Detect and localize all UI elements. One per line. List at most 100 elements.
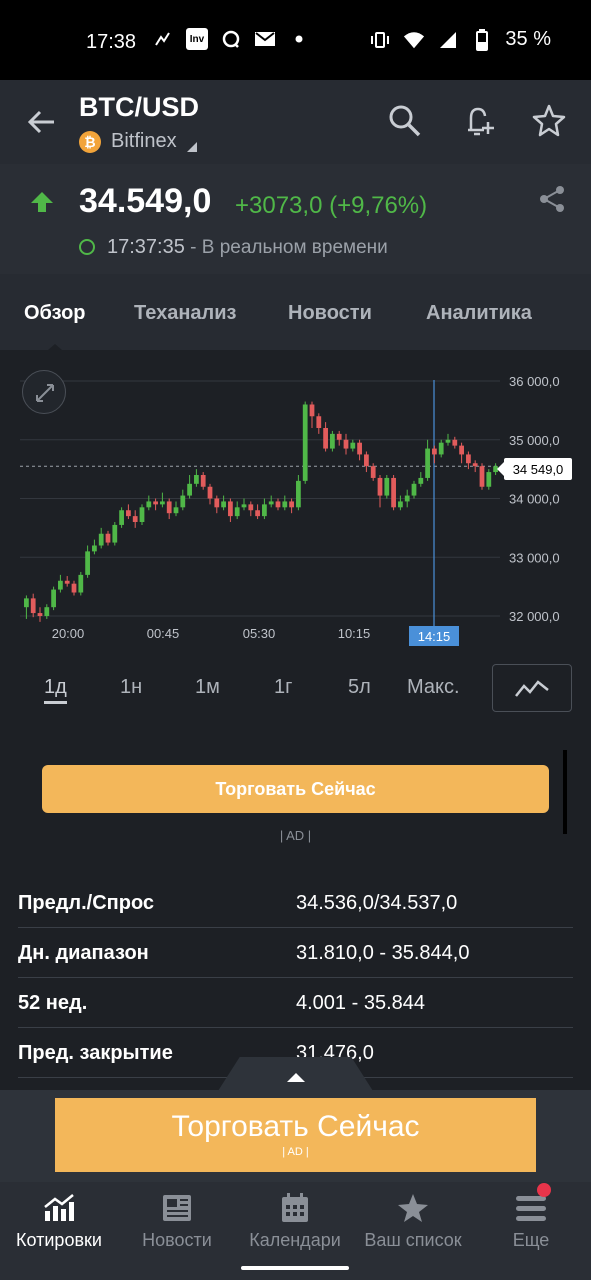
candle-body (445, 439, 451, 443)
investing-app-icon: Inv (186, 28, 208, 50)
stat-label: Дн. диапазон (18, 942, 149, 964)
fullscreen-button[interactable] (22, 370, 66, 414)
candle-body (275, 501, 281, 508)
candle-body (411, 483, 417, 496)
price-chart[interactable]: 36 000,0 35 000,0 34 000,0 33 000,0 32 000,0… (0, 350, 591, 650)
candle-body (432, 448, 437, 455)
candle-body (289, 501, 294, 508)
y-tick-label: 36 000,0 (509, 374, 560, 389)
candle-body (302, 404, 308, 481)
instrument-title: BTC/USD (79, 92, 199, 122)
nav-label: Еще (512, 1230, 550, 1250)
period-1w[interactable]: 1н (120, 676, 142, 699)
notification-app-icon (152, 28, 174, 50)
exchange-selector[interactable]: ₿ Bitfinex (79, 130, 197, 153)
ad-banner[interactable]: Торговать Сейчас | AD | (55, 1098, 536, 1172)
candle-body (132, 516, 138, 522)
nav-more[interactable]: Еще (472, 1190, 590, 1251)
investing-app-icon-label: Inv (189, 33, 205, 45)
signal-icon (437, 29, 459, 51)
stat-label: Предл./Спрос (18, 892, 155, 914)
chart-type-button[interactable] (492, 664, 572, 712)
period-1y[interactable]: 1г (274, 676, 292, 699)
candle-body (64, 580, 70, 584)
y-tick-label: 32 000,0 (509, 609, 560, 624)
candle-body (228, 501, 233, 517)
stat-value: 31.810,0 - 35.844,0 (296, 942, 470, 964)
candle-body (105, 533, 111, 543)
candle-body (221, 501, 226, 508)
candle-body (438, 442, 444, 455)
tab-analytics[interactable]: Аналитика (426, 302, 532, 325)
candle-body (78, 574, 84, 593)
candle-body (316, 416, 322, 428)
instrument-header: BTC/USD ₿ Bitfinex (0, 80, 591, 164)
back-button[interactable] (24, 104, 60, 140)
period-5y[interactable]: 5л (348, 676, 371, 699)
menu-icon (472, 1190, 590, 1226)
candle-body (370, 466, 376, 478)
realtime-label: - В реальном времени (190, 237, 388, 258)
tab-news[interactable]: Новости (288, 302, 372, 325)
watchlist-star-button[interactable] (530, 102, 568, 140)
candle-body (472, 463, 478, 467)
candlestick-chart: 36 000,0 35 000,0 34 000,0 33 000,0 32 000,0… (20, 374, 560, 641)
nav-watchlist[interactable]: Ваш список (354, 1190, 472, 1251)
add-alert-button[interactable] (460, 102, 498, 140)
chat-icon (220, 28, 242, 50)
period-1m[interactable]: 1м (195, 676, 220, 699)
wifi-icon (403, 29, 425, 51)
candle-body (85, 551, 90, 575)
tab-technical[interactable]: Теханализ (134, 302, 236, 325)
current-price-label: 34 549,0 (497, 458, 572, 480)
back-arrow-icon (27, 110, 54, 134)
candle-body (241, 504, 247, 508)
share-button[interactable] (537, 184, 567, 219)
section-tabs: Обзор Теханализ Новости Аналитика (0, 274, 591, 350)
candle-body (364, 454, 369, 467)
y-tick-label: 35 000,0 (509, 433, 560, 448)
battery-icon (471, 28, 493, 51)
bitcoin-icon: ₿ (79, 130, 101, 153)
candle-body (139, 507, 145, 522)
clock-icon (79, 239, 95, 255)
candle-body (268, 501, 274, 505)
candle-body (112, 524, 118, 543)
candle-body (262, 504, 267, 517)
home-indicator (241, 1266, 349, 1270)
mail-icon (254, 28, 276, 50)
stat-label: 52 нед. (18, 992, 88, 1014)
notification-badge (537, 1183, 551, 1197)
candle-body (51, 589, 56, 608)
candle-body (398, 501, 403, 508)
period-max[interactable]: Макс. (407, 676, 460, 699)
news-icon (118, 1190, 236, 1226)
candle-body (404, 495, 410, 502)
candle-body (44, 607, 50, 616)
last-price: 34.549,0 (79, 182, 212, 220)
candle-body (37, 613, 43, 616)
candle-body (391, 477, 396, 508)
period-1d[interactable]: 1д (44, 676, 67, 704)
bell-plus-icon (468, 107, 494, 136)
stat-label: Пред. закрытие (18, 1042, 173, 1064)
stat-value: 34.536,0/34.537,0 (296, 892, 458, 914)
x-tick-label: 00:45 (147, 626, 180, 641)
trade-now-button[interactable]: Торговать Сейчас (42, 765, 549, 813)
nav-news[interactable]: Новости (118, 1190, 236, 1251)
tab-overview[interactable]: Обзор (24, 302, 86, 325)
candle-body (58, 580, 63, 590)
candle-body (126, 510, 131, 517)
search-button[interactable] (386, 102, 424, 140)
status-time: 17:38 (86, 31, 137, 53)
candle-body (459, 445, 464, 455)
candle-body (357, 442, 362, 455)
nav-label: Котировки (16, 1230, 102, 1250)
candle-body (173, 507, 179, 514)
nav-quotes[interactable]: Котировки (0, 1190, 118, 1251)
nav-calendars[interactable]: Календари (236, 1190, 354, 1251)
stat-row-day-range: Дн. диапазон 31.810,0 - 35.844,0 (18, 928, 573, 978)
stat-value: 4.001 - 35.844 (296, 992, 425, 1014)
candle-body (71, 583, 77, 593)
candle-body (92, 545, 97, 552)
